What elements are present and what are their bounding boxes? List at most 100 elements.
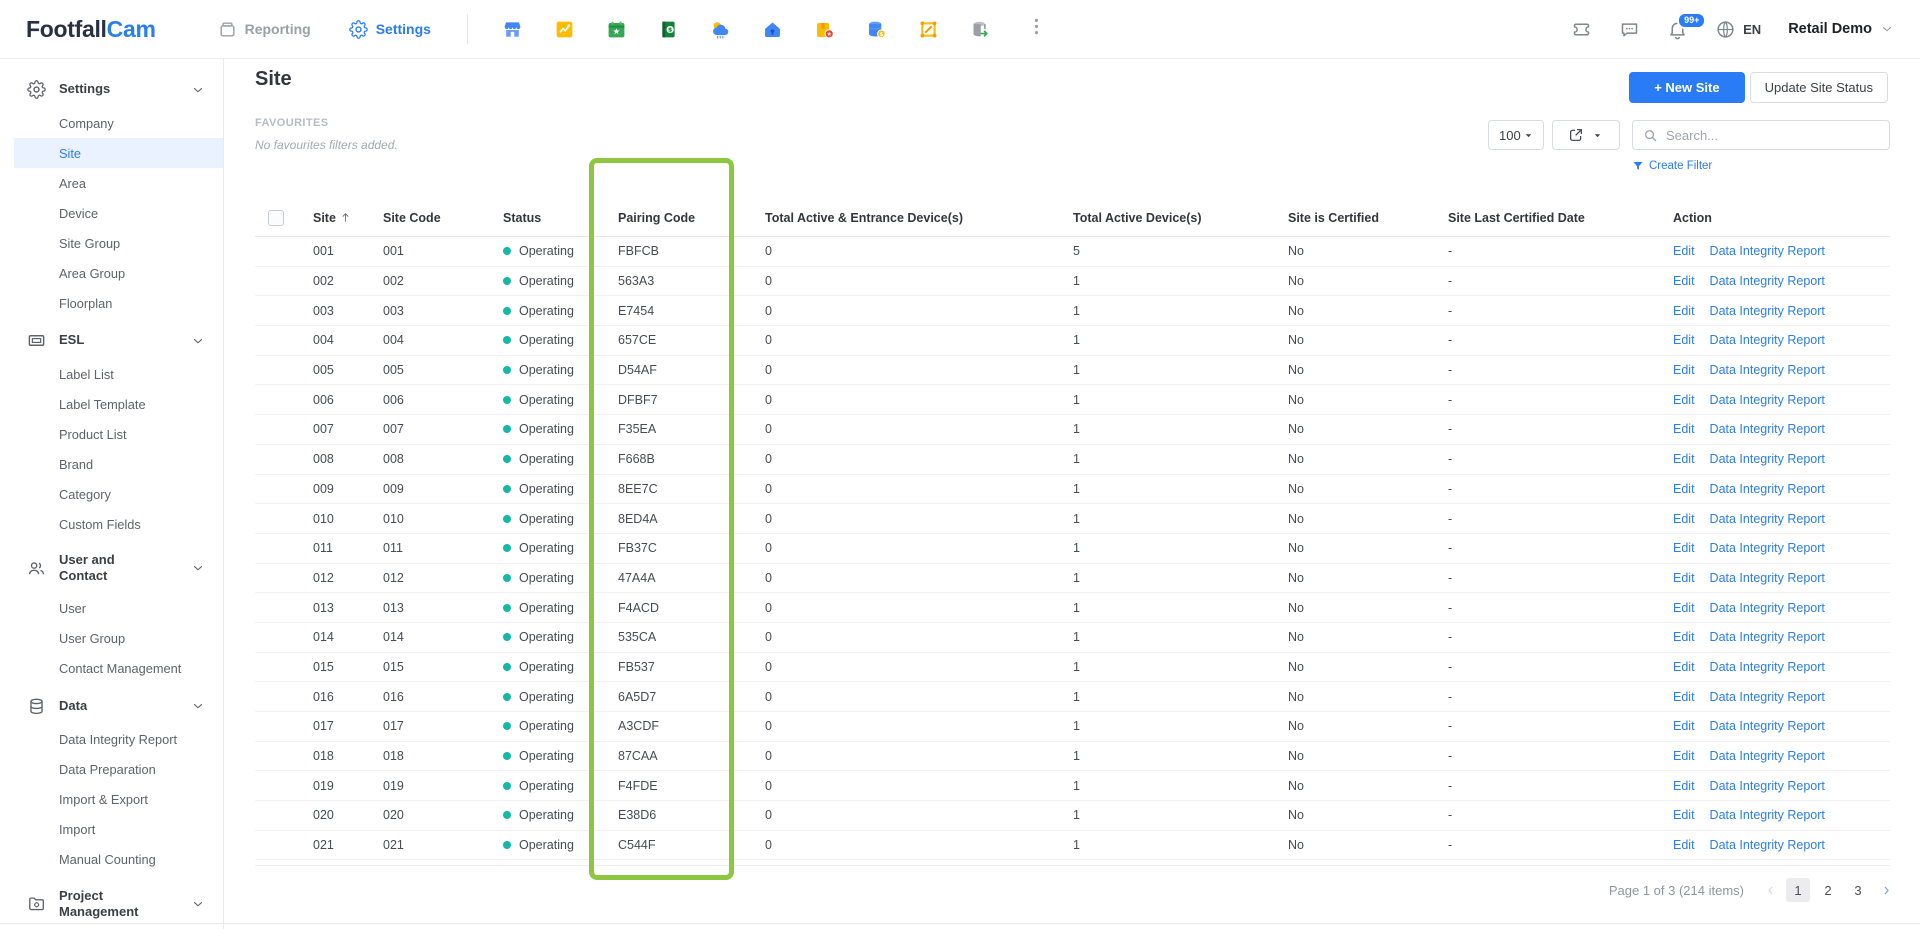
new-site-button[interactable]: + New Site: [1629, 72, 1744, 103]
sidebar-item-import-export[interactable]: Import & Export: [0, 785, 223, 815]
edit-link[interactable]: Edit: [1673, 422, 1695, 436]
analytics-app-icon[interactable]: [554, 19, 575, 40]
sidebar-section-header-esl[interactable]: ESL: [0, 322, 223, 359]
package-app-icon[interactable]: [814, 19, 835, 40]
edit-link[interactable]: Edit: [1673, 333, 1695, 347]
create-filter-link[interactable]: Create Filter: [1632, 160, 1712, 172]
account-menu[interactable]: Retail Demo: [1788, 21, 1894, 37]
column-header-total-active-device-s[interactable]: Total Active Device(s): [1060, 200, 1275, 237]
weather-app-icon[interactable]: [710, 19, 731, 40]
update-site-status-button[interactable]: Update Site Status: [1750, 72, 1888, 103]
search-input[interactable]: [1666, 128, 1879, 143]
language-selector[interactable]: EN: [1715, 19, 1761, 40]
data-integrity-report-link[interactable]: Data Integrity Report: [1710, 690, 1825, 704]
edit-link[interactable]: Edit: [1673, 304, 1695, 318]
edit-link[interactable]: Edit: [1673, 452, 1695, 466]
column-header-site-code[interactable]: Site Code: [370, 200, 490, 237]
data-integrity-report-link[interactable]: Data Integrity Report: [1710, 719, 1825, 733]
data-integrity-report-link[interactable]: Data Integrity Report: [1710, 779, 1825, 793]
column-header-pairing-code[interactable]: Pairing Code: [605, 200, 752, 237]
sidebar-item-manual-counting[interactable]: Manual Counting: [0, 845, 223, 875]
data-integrity-report-link[interactable]: Data Integrity Report: [1710, 333, 1825, 347]
edit-link[interactable]: Edit: [1673, 630, 1695, 644]
sidebar-item-data-preparation[interactable]: Data Preparation: [0, 755, 223, 785]
column-header-status[interactable]: Status: [490, 200, 605, 237]
pagination-page-2[interactable]: 2: [1816, 878, 1840, 902]
sidebar-section-header-project-management[interactable]: Project Management: [0, 879, 223, 929]
calendar-app-icon[interactable]: [606, 19, 627, 40]
brand-logo[interactable]: FootfallCam: [26, 16, 156, 43]
sidebar-section-header-settings[interactable]: Settings: [0, 71, 223, 108]
data-integrity-report-link[interactable]: Data Integrity Report: [1710, 838, 1825, 852]
sidebar-section-header-data[interactable]: Data: [0, 688, 223, 725]
sidebar-item-data-integrity-report[interactable]: Data Integrity Report: [0, 725, 223, 755]
database-coin-app-icon[interactable]: $: [866, 19, 887, 40]
pagination-prev-icon[interactable]: [1760, 878, 1780, 902]
sidebar-item-device[interactable]: Device: [0, 198, 223, 228]
edit-link[interactable]: Edit: [1673, 393, 1695, 407]
data-integrity-report-link[interactable]: Data Integrity Report: [1710, 749, 1825, 763]
data-integrity-report-link[interactable]: Data Integrity Report: [1710, 363, 1825, 377]
database-sync-app-icon[interactable]: [970, 19, 991, 40]
sidebar-item-category[interactable]: Category: [0, 479, 223, 509]
data-integrity-report-link[interactable]: Data Integrity Report: [1710, 422, 1825, 436]
sidebar-item-import[interactable]: Import: [0, 815, 223, 845]
page-size-select[interactable]: 100: [1488, 120, 1544, 150]
column-header-site[interactable]: Site: [300, 200, 370, 237]
pagination-page-3[interactable]: 3: [1846, 878, 1870, 902]
edit-link[interactable]: Edit: [1673, 512, 1695, 526]
sidebar-item-floorplan[interactable]: Floorplan: [0, 288, 223, 318]
pagination-next-icon[interactable]: [1876, 878, 1896, 902]
floorplan-app-icon[interactable]: [918, 19, 939, 40]
notifications-bell-icon[interactable]: 99+: [1667, 19, 1688, 40]
pagination-page-1[interactable]: 1: [1786, 878, 1810, 902]
sidebar-item-user[interactable]: User: [0, 594, 223, 624]
edit-link[interactable]: Edit: [1673, 779, 1695, 793]
edit-link[interactable]: Edit: [1673, 571, 1695, 585]
sidebar-item-label-list[interactable]: Label List: [0, 359, 223, 389]
sidebar-item-label-template[interactable]: Label Template: [0, 389, 223, 419]
column-header-total-active-entrance-device-s[interactable]: Total Active & Entrance Device(s): [752, 200, 1060, 237]
data-integrity-report-link[interactable]: Data Integrity Report: [1710, 304, 1825, 318]
top-nav-reporting[interactable]: Reporting: [218, 20, 311, 39]
edit-link[interactable]: Edit: [1673, 244, 1695, 258]
more-apps-kebab-icon[interactable]: [1026, 16, 1047, 42]
sidebar-item-area-group[interactable]: Area Group: [0, 258, 223, 288]
select-all-checkbox[interactable]: [268, 210, 284, 226]
column-header-action[interactable]: Action: [1660, 200, 1890, 237]
ledger-app-icon[interactable]: $: [658, 19, 679, 40]
sidebar-item-contact-management[interactable]: Contact Management: [0, 654, 223, 684]
store-app-icon[interactable]: [502, 19, 523, 40]
export-button[interactable]: [1552, 120, 1620, 150]
ticket-icon[interactable]: [1571, 19, 1592, 40]
data-integrity-report-link[interactable]: Data Integrity Report: [1710, 571, 1825, 585]
edit-link[interactable]: Edit: [1673, 363, 1695, 377]
edit-link[interactable]: Edit: [1673, 808, 1695, 822]
edit-link[interactable]: Edit: [1673, 274, 1695, 288]
edit-link[interactable]: Edit: [1673, 601, 1695, 615]
column-header-site-last-certified-date[interactable]: Site Last Certified Date: [1435, 200, 1660, 237]
edit-link[interactable]: Edit: [1673, 838, 1695, 852]
data-integrity-report-link[interactable]: Data Integrity Report: [1710, 541, 1825, 555]
top-nav-settings[interactable]: Settings: [349, 20, 431, 39]
column-header-site-is-certified[interactable]: Site is Certified: [1275, 200, 1435, 237]
data-integrity-report-link[interactable]: Data Integrity Report: [1710, 244, 1825, 258]
data-integrity-report-link[interactable]: Data Integrity Report: [1710, 601, 1825, 615]
edit-link[interactable]: Edit: [1673, 660, 1695, 674]
data-integrity-report-link[interactable]: Data Integrity Report: [1710, 660, 1825, 674]
edit-link[interactable]: Edit: [1673, 482, 1695, 496]
data-integrity-report-link[interactable]: Data Integrity Report: [1710, 808, 1825, 822]
edit-link[interactable]: Edit: [1673, 749, 1695, 763]
sidebar-item-area[interactable]: Area: [0, 168, 223, 198]
sidebar-item-user-group[interactable]: User Group: [0, 624, 223, 654]
sidebar-item-site[interactable]: Site: [14, 138, 223, 168]
sidebar-item-company[interactable]: Company: [0, 108, 223, 138]
data-integrity-report-link[interactable]: Data Integrity Report: [1710, 512, 1825, 526]
sidebar-item-site-group[interactable]: Site Group: [0, 228, 223, 258]
edit-link[interactable]: Edit: [1673, 690, 1695, 704]
data-integrity-report-link[interactable]: Data Integrity Report: [1710, 482, 1825, 496]
sidebar-item-product-list[interactable]: Product List: [0, 419, 223, 449]
data-integrity-report-link[interactable]: Data Integrity Report: [1710, 452, 1825, 466]
data-integrity-report-link[interactable]: Data Integrity Report: [1710, 274, 1825, 288]
chat-icon[interactable]: [1619, 19, 1640, 40]
